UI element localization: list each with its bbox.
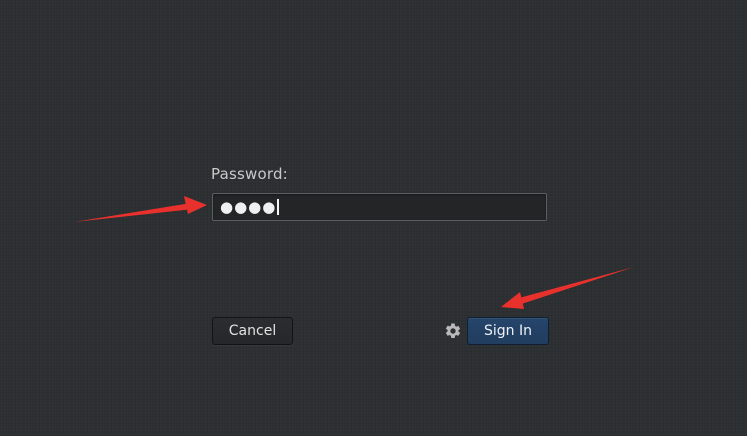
password-masked-value: ●●●● — [220, 197, 277, 216]
login-screen: Password: ●●●● Cancel Sign In — [0, 0, 747, 436]
password-input[interactable]: ●●●● — [212, 193, 547, 221]
arrow-to-password — [74, 196, 207, 222]
password-label: Password: — [211, 165, 288, 183]
cancel-button[interactable]: Cancel — [212, 317, 293, 345]
gear-icon[interactable] — [444, 322, 462, 340]
text-cursor — [277, 199, 280, 215]
sign-in-button[interactable]: Sign In — [467, 317, 549, 345]
arrow-to-sign-in — [501, 267, 634, 309]
